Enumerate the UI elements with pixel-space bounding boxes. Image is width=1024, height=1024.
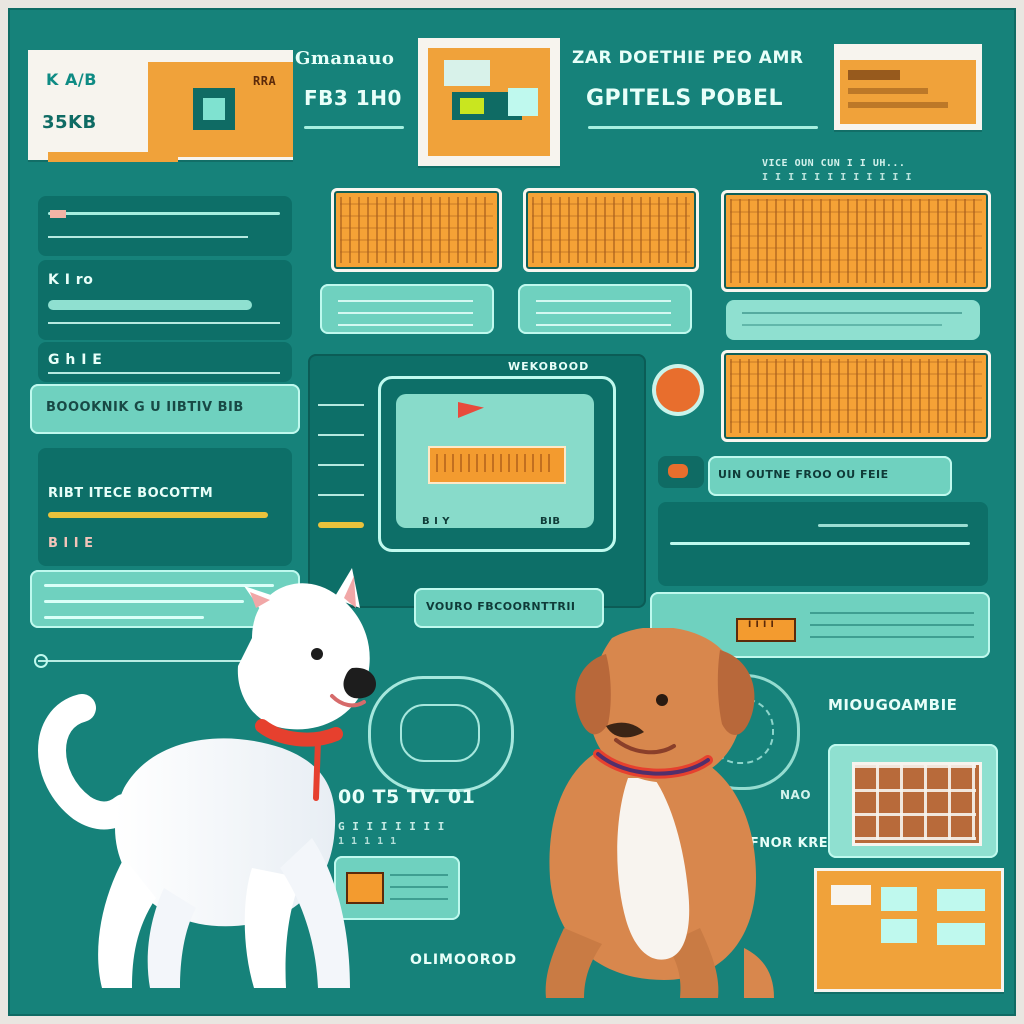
- top-left-tile: K A/B 35KB RRA: [28, 50, 293, 162]
- right-section-title: MIOUGOAMBIE: [828, 696, 958, 714]
- left-label-4: B I I E: [48, 536, 94, 551]
- right-orange-strip-2: [721, 350, 991, 442]
- left-label-3: RIBT ITECE BOCOTTM: [48, 486, 214, 501]
- center-orange-strip-2: [523, 188, 699, 272]
- left-panel-3: G h I E: [38, 342, 292, 382]
- right-panel-1: [658, 502, 988, 586]
- top-right-tile: [834, 44, 982, 130]
- left-button-1-label: BOOOKNIK G U IIBTIV BIB: [46, 400, 244, 415]
- right-bottom-mint-tile: [828, 744, 998, 858]
- right-mint-bar: [726, 300, 980, 340]
- left-label-1: K I ro: [48, 272, 94, 288]
- top-center-tile: [418, 38, 560, 166]
- top-left-tile-text-bottom: 35KB: [42, 112, 97, 133]
- center-button-label: VOURO FBCOORNTTRII: [426, 600, 576, 613]
- top-left-tile-text-top: K A/B: [46, 70, 97, 89]
- top-left-tile-orange-label: RRA: [253, 74, 277, 88]
- left-panel-1: [38, 196, 292, 256]
- center-button[interactable]: VOURO FBCOORNTTRII: [414, 588, 604, 628]
- right-search-icon[interactable]: [658, 456, 704, 488]
- center-mint-bar-1: [320, 284, 494, 334]
- right-search-bar-text: UIN OUTNE FROO OU FEIE: [718, 468, 889, 481]
- brown-puppy: [545, 628, 774, 998]
- top-right-small-text: VICE OUN CUN I I UH...: [762, 158, 906, 169]
- center-monitor-bottom-left: B I Y: [422, 516, 451, 527]
- center-monitor-title: WEKOBOOD: [508, 360, 590, 373]
- top-title-left-sub: FB3 1H0: [304, 86, 402, 110]
- center-monitor-orange-block-scribble: [436, 454, 554, 472]
- top-right-small-text-2: I I I I I I I I I I I I: [762, 172, 912, 183]
- top-title-right-sub: GPITELS POBEL: [586, 86, 784, 111]
- center-round-orange-icon: [656, 368, 700, 412]
- right-orange-strip-1: [721, 190, 991, 292]
- left-label-2: G h I E: [48, 352, 103, 368]
- top-title-left-underline: [304, 126, 404, 129]
- left-button-1[interactable]: BOOOKNIK G U IIBTIV BIB: [30, 384, 300, 434]
- left-panel-2: K I ro: [38, 260, 292, 340]
- right-search-bar[interactable]: UIN OUTNE FROO OU FEIE: [708, 456, 952, 496]
- top-title-right-underline: [588, 126, 818, 129]
- center-dial-inner: [400, 704, 480, 762]
- center-orange-strip-1: [331, 188, 502, 272]
- poster-board: K A/B 35KB RRA Gmanauo FB3 1H0 ZAR DOETH…: [8, 8, 1016, 1016]
- center-mint-bar-2: [518, 284, 692, 334]
- right-bottom-orange-tile: [814, 868, 1004, 992]
- white-puppy: [38, 568, 376, 988]
- center-monitor-bottom-right: BIB: [540, 516, 561, 527]
- top-left-tile-footer: [48, 152, 178, 162]
- center-monitor-left-gauges: [318, 394, 374, 544]
- top-title-left: Gmanauo: [295, 48, 395, 69]
- left-panel-4: RIBT ITECE BOCOTTM B I I E: [38, 448, 292, 566]
- top-title-right: ZAR DOETHIE PEO AMR: [572, 48, 804, 68]
